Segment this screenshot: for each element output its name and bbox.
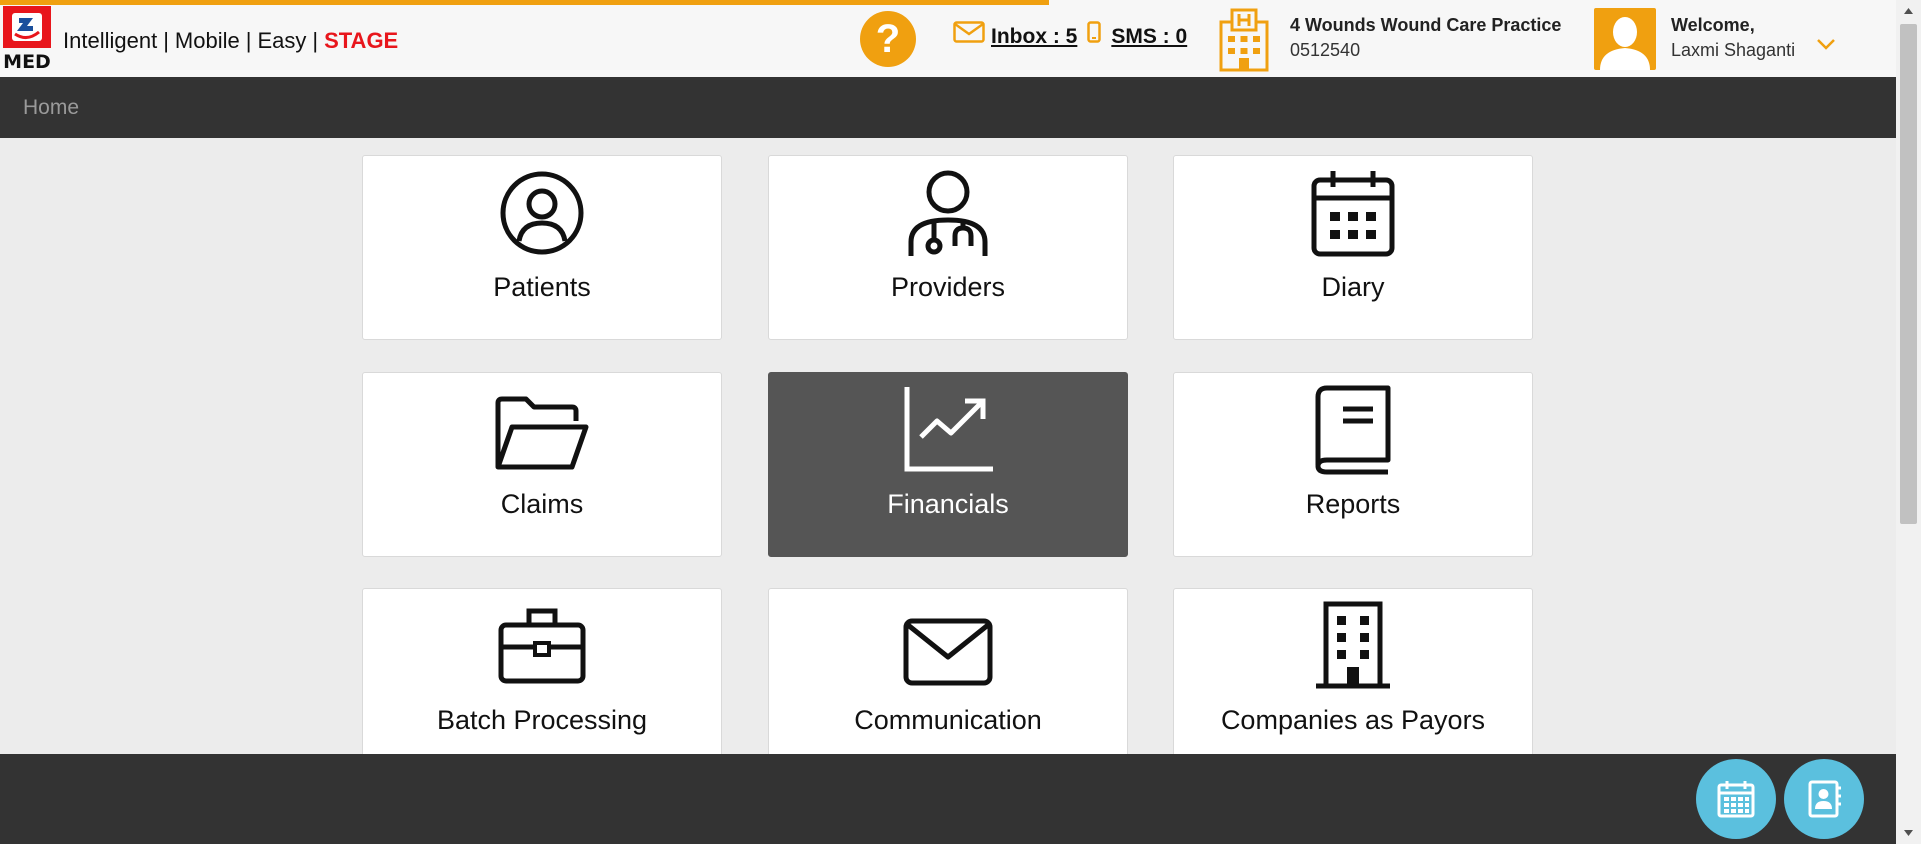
- tile-label: Patients: [493, 272, 591, 302]
- tile-label: Reports: [1305, 489, 1401, 519]
- user-name: Laxmi Shaganti: [1671, 40, 1796, 60]
- tile-claims[interactable]: Claims: [362, 372, 722, 557]
- tile-label: Diary: [1321, 272, 1385, 302]
- chevron-down-icon[interactable]: [1810, 20, 1842, 68]
- user-silhouette-icon: [1600, 17, 1650, 70]
- envelope-icon: [903, 618, 993, 686]
- folder-open-icon: [495, 396, 589, 470]
- help-button[interactable]: ?: [860, 11, 916, 67]
- tagline-separator: |: [312, 28, 319, 53]
- tagline-separator: |: [163, 28, 169, 53]
- tile-reports[interactable]: Reports: [1173, 372, 1533, 557]
- logo-text: MED: [3, 51, 51, 72]
- environment-stage-label: STAGE: [324, 28, 399, 53]
- messages-area: Inbox : 5 SMS : 0: [953, 21, 1187, 52]
- practice-name[interactable]: 4 Wounds Wound Care Practice: [1290, 15, 1561, 36]
- page-loading-bar: [0, 0, 1049, 5]
- tile-label: Claims: [500, 489, 584, 519]
- vertical-scrollbar[interactable]: [1896, 0, 1921, 844]
- hospital-building-icon: [1219, 8, 1269, 72]
- scrollbar-thumb[interactable]: [1900, 24, 1917, 524]
- user-circle-icon: [500, 171, 584, 255]
- tile-label: Communication: [854, 705, 1042, 735]
- welcome-label: Welcome,: [1671, 15, 1755, 35]
- tile-patients[interactable]: Patients: [362, 155, 722, 340]
- tile-companies-as-payors[interactable]: Companies as Payors: [1173, 588, 1533, 773]
- tile-label: Financials: [887, 489, 1009, 519]
- calendar-icon: [1311, 171, 1395, 257]
- tile-diary[interactable]: Diary: [1173, 155, 1533, 340]
- scroll-up-arrow-icon[interactable]: [1896, 2, 1921, 20]
- mail-icon: [953, 21, 985, 43]
- contacts-icon: [1808, 780, 1841, 818]
- tile-providers[interactable]: Providers: [768, 155, 1128, 340]
- chart-trend-icon: [904, 387, 993, 472]
- tagline-word: Mobile: [174, 28, 240, 53]
- tile-communication[interactable]: Communication: [768, 588, 1128, 773]
- practice-id: 0512540: [1290, 40, 1361, 60]
- doctor-stethoscope-icon: [908, 170, 988, 256]
- app-header: MED Intelligent | Mobile | Easy | STAGE ? Inbo…: [0, 0, 1921, 77]
- calendar-button[interactable]: [1696, 759, 1776, 839]
- tagline: Intelligent | Mobile | Easy | STAGE: [63, 28, 398, 54]
- tagline-word: Intelligent: [63, 28, 158, 53]
- building-icon: [1316, 601, 1390, 689]
- module-grid: Patients Providers Diary Claims Financia…: [0, 138, 1896, 773]
- tile-batch-processing[interactable]: Batch Processing: [362, 588, 722, 773]
- breadcrumb: Home: [0, 77, 1896, 138]
- tagline-word: Easy: [257, 28, 307, 53]
- sms-link[interactable]: SMS : 0: [1111, 25, 1187, 49]
- tile-label: Providers: [890, 272, 1006, 302]
- scroll-down-arrow-icon[interactable]: [1896, 824, 1921, 842]
- tagline-separator: |: [245, 28, 252, 53]
- breadcrumb-home[interactable]: Home: [23, 96, 79, 120]
- mobile-phone-icon: [1087, 21, 1102, 43]
- tile-financials[interactable]: Financials: [768, 372, 1128, 557]
- app-footer: [0, 754, 1896, 844]
- briefcase-icon: [498, 608, 586, 684]
- tile-label: Batch Processing: [436, 705, 648, 735]
- book-icon: [1315, 385, 1391, 475]
- ezmed-logo[interactable]: MED: [3, 6, 51, 72]
- inbox-link[interactable]: Inbox : 5: [991, 25, 1077, 49]
- user-avatar[interactable]: [1594, 8, 1656, 70]
- tile-label: Companies as Payors: [1220, 705, 1486, 735]
- calendar-icon: [1717, 781, 1755, 818]
- contacts-button[interactable]: [1784, 759, 1864, 839]
